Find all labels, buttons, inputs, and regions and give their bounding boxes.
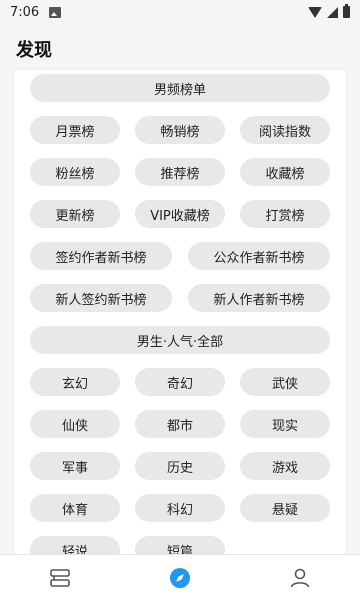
page-title: 发现 [16,40,52,61]
rank-item[interactable]: 畅销榜 [135,116,225,144]
nav-bookshelf[interactable] [30,555,90,600]
category-item[interactable]: 军事 [30,452,120,480]
category-item[interactable]: 现实 [240,410,330,438]
category-item[interactable]: 历史 [135,452,225,480]
rank-item[interactable]: 月票榜 [30,116,120,144]
rank-item[interactable]: 打赏榜 [240,200,330,228]
nav-discover[interactable] [150,555,210,600]
category-item[interactable]: 科幻 [135,494,225,522]
category-item[interactable]: 游戏 [240,452,330,480]
rank-item-wide[interactable]: 新人签约新书榜 [30,284,172,312]
category-item[interactable]: 悬疑 [240,494,330,522]
rank-item[interactable]: 阅读指数 [240,116,330,144]
rank-item[interactable]: 更新榜 [30,200,120,228]
rank-item[interactable]: VIP收藏榜 [135,200,225,228]
compass-icon [170,567,190,588]
rank-item[interactable]: 收藏榜 [240,158,330,186]
rank-item-wide[interactable]: 签约作者新书榜 [30,242,172,270]
battery-icon [343,4,350,18]
category-item[interactable]: 仙侠 [30,410,120,438]
person-icon [290,568,310,587]
category-item[interactable]: 武侠 [240,368,330,396]
rank-item-wide[interactable]: 公众作者新书榜 [188,242,330,270]
category-item[interactable]: 奇幻 [135,368,225,396]
category-item[interactable]: 都市 [135,410,225,438]
app-bar: 发现 [0,24,360,74]
rank-item[interactable]: 推荐榜 [135,158,225,186]
discover-content[interactable]: 男频榜单 月票榜 畅销榜 阅读指数 粉丝榜 推荐榜 收藏榜 更新榜 VIP收藏榜… [14,70,346,554]
category-item[interactable]: 短篇 [135,536,225,554]
category-item[interactable]: 轻说 [30,536,120,554]
category-item[interactable]: 玄幻 [30,368,120,396]
wifi-icon [308,6,322,18]
status-time: 7:06 [10,4,40,20]
status-indicators [308,4,350,18]
rank-item-wide[interactable]: 新人作者新书榜 [188,284,330,312]
nav-profile[interactable] [270,555,330,600]
rank-item[interactable]: 粉丝榜 [30,158,120,186]
category-item[interactable]: 体育 [30,494,120,522]
section-header-male-popular[interactable]: 男生·人气·全部 [30,326,330,354]
section-header-male-rank[interactable]: 男频榜单 [30,74,330,102]
image-notification-icon [49,6,62,18]
signal-icon [327,6,338,18]
bottom-nav [0,554,360,600]
status-bar: 7:06 [0,0,360,24]
bookshelf-icon [50,568,70,587]
